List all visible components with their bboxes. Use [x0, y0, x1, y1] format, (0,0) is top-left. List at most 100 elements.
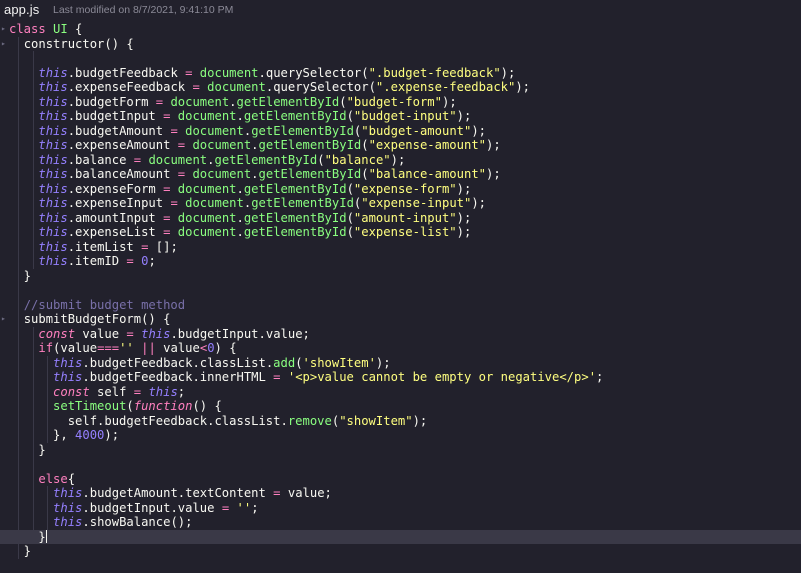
text-cursor — [45, 529, 47, 543]
code-token: this — [38, 254, 68, 268]
code-token: . — [236, 225, 244, 239]
code-token: document — [170, 225, 237, 239]
code-line[interactable]: setTimeout(function() { — [0, 399, 801, 414]
code-token: document — [199, 80, 266, 94]
code-line[interactable]: this.expenseFeedback = document.querySel… — [0, 80, 801, 95]
code-token: []; — [148, 239, 178, 254]
code-text: this.amountInput = document.getElementBy… — [9, 211, 471, 226]
code-token: .querySelector( — [258, 65, 369, 80]
code-line[interactable]: if(value==='' || value<0) { — [0, 341, 801, 356]
code-line[interactable]: this.balance = document.getElementById("… — [0, 153, 801, 168]
code-token: getElementById — [258, 138, 362, 152]
code-line[interactable]: this.itemID = 0; — [0, 254, 801, 269]
code-token: ); — [390, 152, 406, 167]
code-line[interactable]: this.expenseList = document.getElementBy… — [0, 225, 801, 240]
code-token: value; — [280, 486, 332, 500]
code-token: ( — [339, 94, 347, 109]
code-line[interactable]: this.expenseForm = document.getElementBy… — [0, 182, 801, 197]
code-token: this — [38, 181, 68, 196]
editor-header: app.js Last modified on 8/7/2021, 9:41:1… — [0, 0, 801, 22]
code-line[interactable]: else{ — [0, 472, 801, 487]
code-token: this — [38, 80, 68, 94]
code-token: .expenseInput — [67, 196, 171, 210]
code-text: this.balanceAmount = document.getElement… — [9, 167, 500, 182]
code-token: . — [229, 94, 237, 109]
code-token: ); — [412, 413, 428, 428]
code-token: ( — [126, 399, 134, 413]
code-line[interactable]: this.budgetFeedback.innerHTML = '<p>valu… — [0, 370, 801, 385]
code-line[interactable]: } — [0, 443, 801, 458]
code-line[interactable]: ▸ class UI { — [0, 22, 801, 37]
code-token: .expenseFeedback — [67, 80, 193, 94]
file-tab[interactable]: app.js — [4, 2, 39, 17]
code-line[interactable]: this.budgetFeedback = document.querySele… — [0, 66, 801, 81]
fold-arrow-icon[interactable]: ▸ — [1, 312, 6, 327]
code-token: getElementById — [236, 94, 340, 109]
code-token: . — [207, 152, 215, 167]
code-line-active[interactable]: } — [0, 529, 801, 544]
code-token: 4000 — [75, 428, 105, 442]
code-token: this — [38, 225, 68, 239]
code-line[interactable] — [0, 457, 801, 472]
code-text: constructor() { — [9, 37, 134, 52]
code-token: ); — [104, 428, 120, 442]
code-token: this — [38, 138, 68, 152]
code-text: self.budgetFeedback.classList.remove("sh… — [9, 413, 428, 429]
code-text: this.balance = document.getElementById("… — [9, 153, 405, 168]
fold-arrow-icon[interactable]: ▸ — [1, 22, 6, 37]
code-line[interactable]: const value = this.budgetInput.value; — [0, 327, 801, 342]
code-text: this.budgetInput.value = ''; — [9, 501, 259, 516]
code-token: ); — [375, 355, 391, 370]
code-line[interactable]: this.showBalance(); — [0, 515, 801, 530]
code-token: } — [9, 544, 32, 558]
code-token: "expense-form" — [353, 181, 457, 196]
code-line[interactable]: this.budgetInput.value = ''; — [0, 501, 801, 516]
code-line[interactable]: self.budgetFeedback.classList.remove("sh… — [0, 414, 801, 429]
code-line[interactable]: ▸ submitBudgetForm() { — [0, 312, 801, 327]
code-line[interactable]: this.budgetAmount = document.getElementB… — [0, 124, 801, 139]
code-token: this — [141, 326, 171, 341]
code-token: document — [185, 167, 252, 181]
code-token: getElementById — [243, 225, 347, 239]
code-line[interactable]: } — [0, 544, 801, 559]
code-line[interactable]: this.balanceAmount = document.getElement… — [0, 167, 801, 182]
code-text: submitBudgetForm() { — [9, 312, 171, 327]
code-token: "amount-input" — [353, 210, 457, 225]
code-editor[interactable]: ▸ class UI {▸ constructor() { this.budget… — [0, 21, 801, 573]
fold-arrow-icon[interactable]: ▸ — [1, 37, 6, 52]
code-line[interactable]: this.expenseInput = document.getElementB… — [0, 196, 801, 211]
code-line[interactable]: this.itemList = []; — [0, 240, 801, 255]
code-token: 'showItem' — [302, 355, 376, 370]
code-line[interactable]: ▸ constructor() { — [0, 37, 801, 52]
code-line[interactable]: this.budgetAmount.textContent = value; — [0, 486, 801, 501]
code-token: ; — [251, 500, 259, 515]
code-token: "expense-input" — [361, 196, 472, 210]
code-line[interactable]: this.amountInput = document.getElementBy… — [0, 211, 801, 226]
code-line[interactable] — [0, 51, 801, 66]
code-line[interactable]: //submit budget method — [0, 298, 801, 313]
code-line[interactable]: this.budgetForm = document.getElementByI… — [0, 95, 801, 110]
code-token: document — [170, 109, 237, 123]
code-line[interactable]: } — [0, 269, 801, 284]
code-text: this.budgetFeedback.innerHTML = '<p>valu… — [9, 370, 603, 385]
code-token: .expenseList — [67, 225, 164, 239]
code-text: this.budgetFeedback.classList.add('showI… — [9, 356, 391, 371]
code-line[interactable]: this.budgetFeedback.classList.add('showI… — [0, 356, 801, 371]
code-line[interactable] — [0, 283, 801, 298]
code-token: .showBalance(); — [82, 515, 193, 529]
code-line[interactable]: this.expenseAmount = document.getElement… — [0, 138, 801, 153]
code-line[interactable]: }, 4000); — [0, 428, 801, 443]
code-token: ); — [500, 65, 516, 80]
code-line[interactable]: this.budgetInput = document.getElementBy… — [0, 109, 801, 124]
code-line[interactable]: const self = this; — [0, 385, 801, 400]
code-token: 0 — [207, 341, 215, 355]
